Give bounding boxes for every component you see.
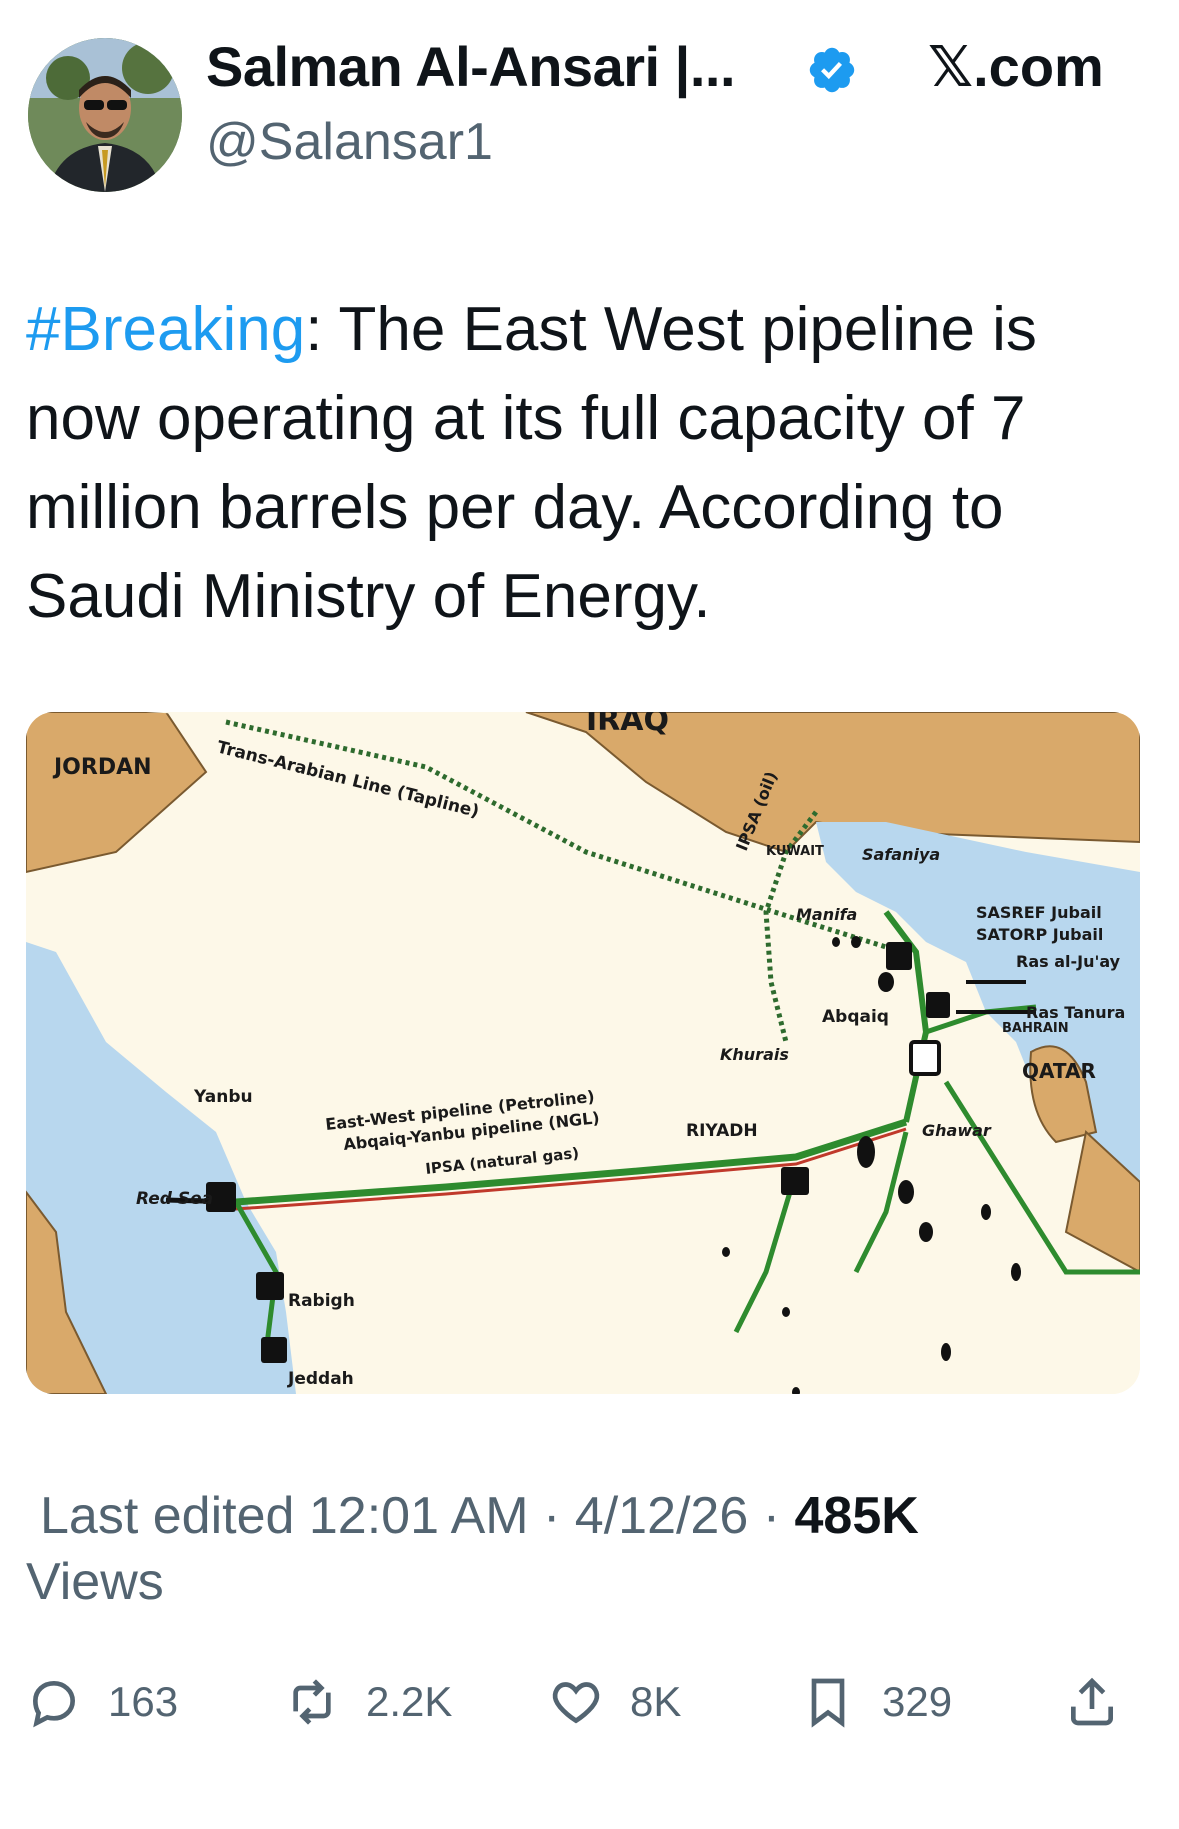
map-label-safaniya: Safaniya (862, 845, 940, 864)
like-count: 8K (630, 1678, 682, 1725)
tweet-text: #Breaking: The East West pipeline is now… (26, 285, 1146, 641)
avatar[interactable] (28, 38, 182, 192)
author-name[interactable]: Salman Al-Ansari |... (206, 34, 736, 99)
map-label-manifa: Manifa (796, 905, 857, 924)
map-label-abqaiq: Abqaiq (822, 1007, 889, 1027)
like-button[interactable]: 8K (548, 1672, 681, 1732)
bookmark-count: 329 (882, 1678, 953, 1725)
map-label-iraq: IRAQ (586, 712, 669, 738)
map-label-jeddah: Jeddah (287, 1369, 354, 1389)
tweet-meta: Last edited 12:01 AM · 4/12/26 · 485K (40, 1480, 1150, 1552)
edited-timestamp[interactable]: Last edited 12:01 AM · 4/12/26 · (40, 1487, 794, 1545)
map-label-ras-tanura: Ras Tanura (1026, 1003, 1125, 1022)
map-label-kuwait: KUWAIT (766, 844, 824, 859)
views-label: Views (26, 1553, 164, 1611)
verified-badge-icon (809, 47, 855, 93)
map-label-riyadh: RIYADH (686, 1121, 758, 1141)
repost-icon (293, 1679, 331, 1725)
heart-icon (552, 1682, 600, 1724)
map-label-jordan: JORDAN (52, 755, 152, 780)
share-button[interactable] (1064, 1672, 1146, 1732)
author-handle[interactable]: @Salansar1 (206, 112, 493, 172)
source-label[interactable]: 𝕏.com (928, 34, 1104, 100)
map-label-ras-aljuay: Ras al-Ju'ay (1016, 952, 1121, 971)
map-label-ghawar: Ghawar (922, 1121, 992, 1140)
views-count: 485K (794, 1487, 919, 1545)
map-label-bahrain: BAHRAIN (1002, 1021, 1069, 1036)
hashtag-link[interactable]: #Breaking (26, 295, 305, 364)
repost-button[interactable]: 2.2K (284, 1672, 452, 1732)
reply-icon (32, 1680, 76, 1728)
bookmark-button[interactable]: 329 (800, 1672, 952, 1732)
map-label-sasref: SASREF Jubail (976, 903, 1102, 922)
map-label-satorp: SATORP Jubail (976, 925, 1103, 944)
reply-count: 163 (108, 1678, 179, 1725)
map-label-yanbu: Yanbu (193, 1087, 253, 1107)
tweet-image-map[interactable]: IRAQ JORDAN Trans-Arabian Line (Tapline)… (26, 712, 1140, 1394)
repost-count: 2.2K (366, 1678, 453, 1725)
map-label-qatar: QATAR (1022, 1059, 1096, 1083)
bookmark-icon (811, 1678, 845, 1728)
share-icon (1071, 1677, 1113, 1726)
map-label-rabigh: Rabigh (288, 1291, 355, 1311)
map-label-red-sea: Red Sea (136, 1189, 213, 1209)
map-label-khurais: Khurais (720, 1045, 789, 1064)
reply-button[interactable]: 163 (26, 1672, 178, 1732)
